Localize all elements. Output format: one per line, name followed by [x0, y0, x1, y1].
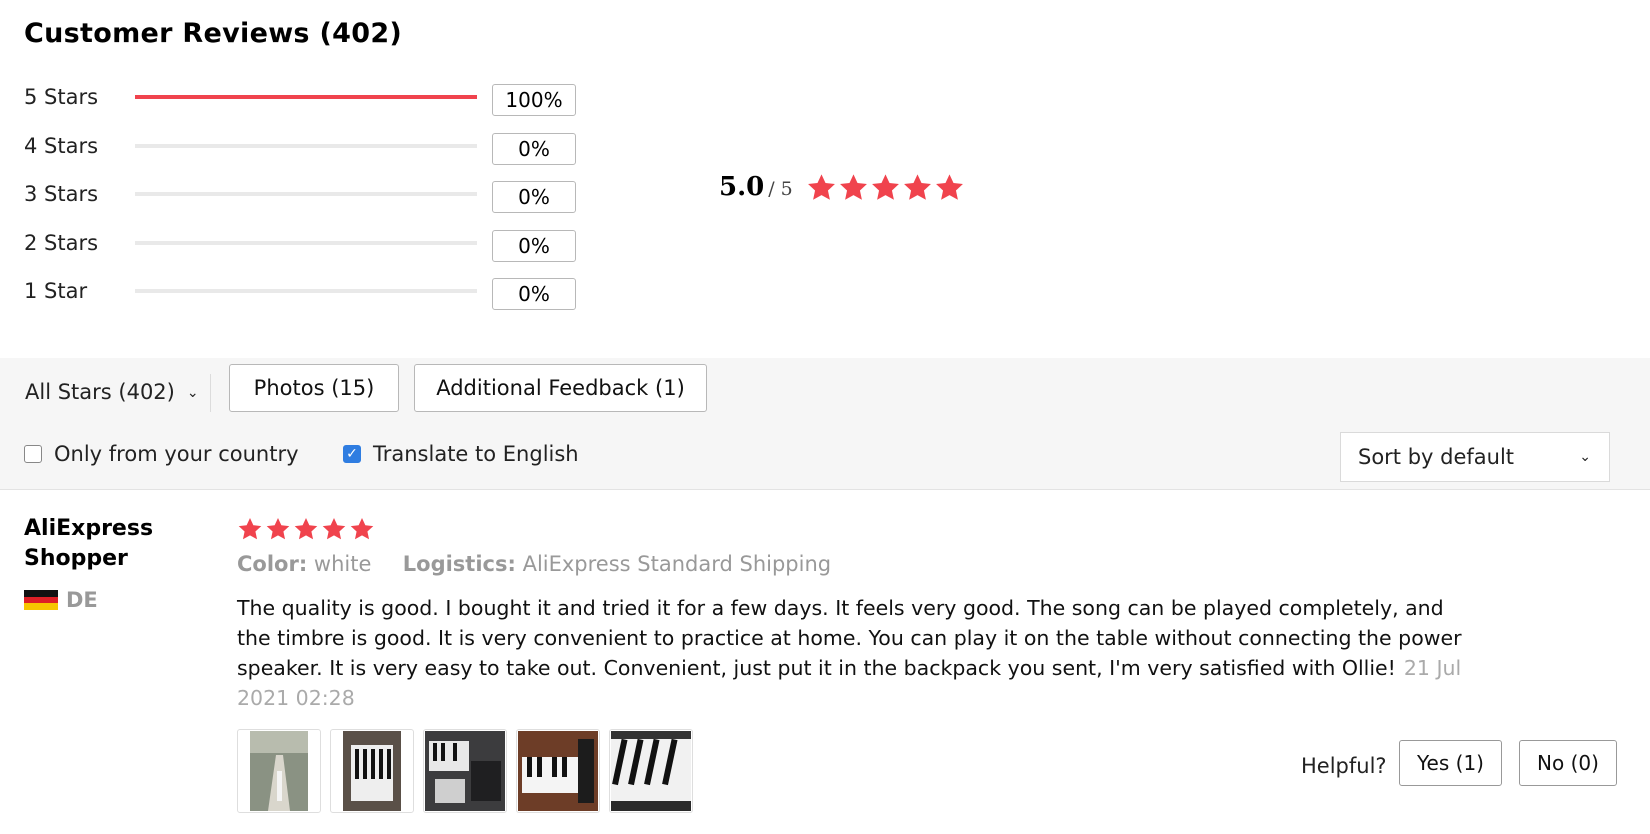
only-country-checkbox[interactable]: Only from your country [24, 442, 299, 466]
distribution-bar [135, 192, 477, 196]
distribution-percent: 0% [492, 181, 576, 213]
translate-label: Translate to English [373, 442, 579, 466]
reviews-title: Customer Reviews (402) [24, 18, 403, 49]
star-icon [293, 516, 319, 542]
star-icon [870, 172, 901, 203]
filter-bar: All Stars (402) ⌄ Photos (15) Additional … [0, 358, 1650, 490]
distribution-row-1[interactable]: 1 Star 0% [24, 276, 584, 316]
average-rating: 5.0/ 5 [719, 172, 793, 202]
photo-thumbnail-image [518, 731, 598, 811]
checkbox-unchecked-icon[interactable] [24, 445, 42, 463]
distribution-bar [135, 144, 477, 148]
distribution-row-2[interactable]: 2 Stars 0% [24, 228, 584, 268]
color-label: Color: [237, 552, 308, 576]
photo-thumbnail-image [343, 731, 401, 811]
review-author-country: DE [24, 588, 98, 612]
photo-thumbnail-image [611, 731, 691, 811]
distribution-label: 5 Stars [24, 85, 99, 109]
distribution-row-5[interactable]: 5 Stars 100% [24, 82, 584, 122]
additional-feedback-button[interactable]: Additional Feedback (1) [414, 364, 707, 412]
all-stars-label: All Stars (402) [25, 380, 175, 404]
review-stars [237, 516, 375, 542]
review-author: AliExpress Shopper [24, 516, 154, 571]
sort-select-value: Sort by default [1358, 445, 1515, 469]
distribution-label: 2 Stars [24, 231, 99, 255]
average-rating-max: / 5 [768, 178, 793, 200]
germany-flag-icon [24, 590, 58, 611]
star-icon [838, 172, 869, 203]
distribution-bar-fill [135, 95, 477, 99]
average-rating-value: 5.0 [719, 172, 765, 202]
helpful-label: Helpful? [1301, 754, 1387, 778]
distribution-bar [135, 289, 477, 293]
review-photo[interactable] [609, 729, 693, 813]
sort-select[interactable]: Sort by default ⌄ [1340, 432, 1610, 482]
distribution-percent: 0% [492, 230, 576, 262]
star-icon [934, 172, 965, 203]
star-icon [902, 172, 933, 203]
divider [210, 374, 211, 412]
chevron-down-icon: ⌄ [1579, 449, 1591, 465]
photo-thumbnail-image [250, 731, 308, 811]
review-text: The quality is good. I bought it and tri… [237, 596, 1462, 680]
checkbox-checked-icon[interactable]: ✓ [343, 445, 361, 463]
distribution-bar [135, 241, 477, 245]
photo-thumbnail-image [425, 731, 505, 811]
review-sku-info: Color: white Logistics: AliExpress Stand… [237, 552, 831, 576]
photos-filter-button[interactable]: Photos (15) [229, 364, 399, 412]
helpful-yes-button[interactable]: Yes (1) [1399, 740, 1502, 786]
all-stars-dropdown[interactable]: All Stars (402) ⌄ [25, 380, 199, 404]
star-icon [265, 516, 291, 542]
distribution-label: 3 Stars [24, 182, 99, 206]
distribution-percent: 0% [492, 133, 576, 165]
review-photo[interactable] [516, 729, 600, 813]
distribution-bar [135, 95, 477, 99]
distribution-label: 4 Stars [24, 134, 99, 158]
star-icon [806, 172, 837, 203]
distribution-percent: 100% [492, 84, 576, 116]
review-photo[interactable] [330, 729, 414, 813]
distribution-row-3[interactable]: 3 Stars 0% [24, 179, 584, 219]
logistics-value: AliExpress Standard Shipping [522, 552, 832, 576]
star-icon [237, 516, 263, 542]
distribution-row-4[interactable]: 4 Stars 0% [24, 131, 584, 171]
distribution-label: 1 Star [24, 279, 88, 303]
review-text-block: The quality is good. I bought it and tri… [237, 593, 1473, 713]
helpful-no-button[interactable]: No (0) [1519, 740, 1617, 786]
only-country-label: Only from your country [54, 442, 299, 466]
review-photo[interactable] [237, 729, 321, 813]
chevron-down-icon: ⌄ [186, 385, 199, 401]
star-icon [349, 516, 375, 542]
review-photo[interactable] [423, 729, 507, 813]
distribution-percent: 0% [492, 278, 576, 310]
translate-checkbox[interactable]: ✓ Translate to English [343, 442, 579, 466]
color-value: white [313, 552, 372, 576]
star-icon [321, 516, 347, 542]
review-photos [237, 729, 693, 813]
logistics-label: Logistics: [402, 552, 516, 576]
average-stars [806, 172, 965, 203]
country-code: DE [66, 588, 98, 612]
